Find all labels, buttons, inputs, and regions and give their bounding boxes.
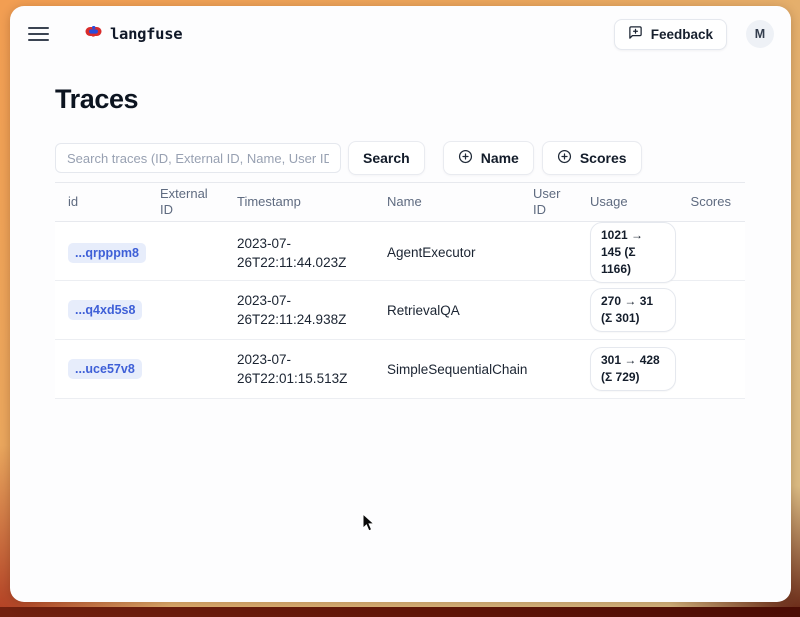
column-header-id: id: [55, 183, 147, 221]
langfuse-app-window: langfuse Feedback M Traces: [10, 6, 791, 602]
user-avatar[interactable]: M: [746, 20, 774, 48]
desktop-background: langfuse Feedback M Traces: [0, 0, 800, 617]
top-navigation-bar: langfuse Feedback M: [10, 6, 791, 62]
usage-badge: 270 → 31 (Σ 301): [590, 288, 676, 332]
page-title: Traces: [55, 84, 745, 115]
traces-table: id External ID Timestamp Name User ID Us…: [55, 182, 745, 399]
feedback-button-label: Feedback: [651, 27, 713, 42]
filter-scores-label: Scores: [580, 150, 627, 166]
search-button-label: Search: [363, 150, 410, 166]
cell-external-id: [147, 222, 224, 283]
cell-user-id: [520, 281, 577, 339]
cell-id: ...qrpppm8: [55, 222, 147, 283]
usage-badge: 301 → 428 (Σ 729): [590, 347, 676, 391]
table-row: ...qrpppm8 2023-07-26T22:11:44.023Z Agen…: [55, 222, 745, 281]
search-input[interactable]: [55, 143, 341, 173]
cell-external-id: [147, 281, 224, 339]
logo-wordmark: langfuse: [110, 25, 182, 43]
filter-name-button[interactable]: Name: [443, 141, 534, 175]
langfuse-logo[interactable]: langfuse: [85, 25, 182, 43]
usage-badge: 1021 → 145 (Σ 1166): [590, 222, 676, 283]
main-content: Traces Search Name: [10, 84, 791, 399]
plus-circle-icon: [458, 149, 473, 167]
avatar-initial: M: [755, 27, 765, 41]
column-header-name: Name: [374, 183, 520, 221]
traces-toolbar: Search Name Scor: [55, 141, 745, 175]
cell-name: AgentExecutor: [374, 222, 520, 283]
cell-timestamp: 2023-07-26T22:01:15.513Z: [224, 340, 374, 398]
filter-scores-button[interactable]: Scores: [542, 141, 642, 175]
cell-user-id: [520, 222, 577, 283]
column-header-usage: Usage: [577, 183, 682, 221]
column-header-user-id: User ID: [520, 183, 577, 221]
cell-external-id: [147, 340, 224, 398]
cell-usage: 1021 → 145 (Σ 1166): [577, 222, 682, 283]
search-button[interactable]: Search: [348, 141, 425, 175]
cell-timestamp: 2023-07-26T22:11:24.938Z: [224, 281, 374, 339]
menu-icon[interactable]: [28, 27, 49, 42]
cell-name: RetrievalQA: [374, 281, 520, 339]
feedback-button[interactable]: Feedback: [614, 19, 727, 50]
column-header-scores: Scores: [682, 183, 745, 221]
langfuse-logo-icon: [85, 25, 102, 43]
filter-name-label: Name: [481, 150, 519, 166]
plus-circle-icon: [557, 149, 572, 167]
cell-usage: 301 → 428 (Σ 729): [577, 340, 682, 398]
trace-id-link[interactable]: ...q4xd5s8: [68, 300, 142, 320]
column-header-external-id: External ID: [147, 183, 224, 221]
trace-id-link[interactable]: ...uce57v8: [68, 359, 142, 379]
cell-id: ...q4xd5s8: [55, 281, 147, 339]
trace-id-link[interactable]: ...qrpppm8: [68, 243, 146, 263]
cell-usage: 270 → 31 (Σ 301): [577, 281, 682, 339]
cell-scores: [682, 281, 745, 339]
column-header-timestamp: Timestamp: [224, 183, 374, 221]
table-row: ...uce57v8 2023-07-26T22:01:15.513Z Simp…: [55, 340, 745, 399]
message-square-plus-icon: [628, 25, 643, 43]
cell-scores: [682, 340, 745, 398]
background-bottom-edge: [0, 607, 800, 617]
cell-user-id: [520, 340, 577, 398]
cell-id: ...uce57v8: [55, 340, 147, 398]
cell-timestamp: 2023-07-26T22:11:44.023Z: [224, 222, 374, 283]
cell-scores: [682, 222, 745, 283]
table-header-row: id External ID Timestamp Name User ID Us…: [55, 182, 745, 222]
cell-name: SimpleSequentialChain: [374, 340, 520, 398]
table-row: ...q4xd5s8 2023-07-26T22:11:24.938Z Retr…: [55, 281, 745, 340]
